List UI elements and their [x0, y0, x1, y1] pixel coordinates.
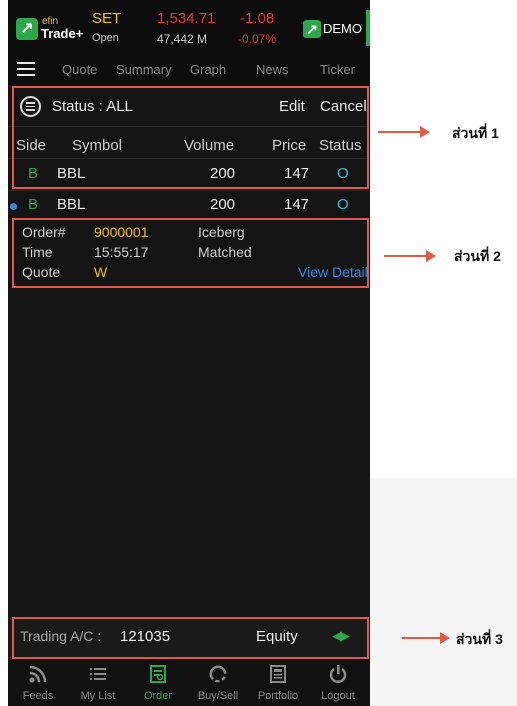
market-change: -1.08 [240, 10, 275, 27]
demo-mode-label[interactable]: DEMO [323, 21, 362, 36]
nav-label: Feeds [22, 690, 54, 702]
nav-label: Logout [321, 690, 355, 702]
nav-logout[interactable]: Logout [308, 658, 368, 706]
callout-box-section-2 [12, 218, 369, 288]
nav-my-list[interactable]: My List [68, 658, 128, 706]
tab-ticker[interactable]: Ticker [320, 62, 355, 77]
annotation-section-3: ส่วนที่ 3 [456, 631, 503, 647]
callout-box-section-1 [12, 86, 369, 189]
divider [8, 190, 370, 191]
market-state: Open [92, 32, 119, 44]
callout-arrow-1 [378, 126, 430, 138]
buysell-icon [188, 664, 248, 684]
nav-label: My List [80, 690, 116, 702]
logo-bottom-text: Trade+ [41, 26, 84, 41]
list-icon [68, 664, 128, 684]
nav-order[interactable]: Order [128, 658, 188, 706]
nav-label: Buy/Sell [197, 690, 239, 702]
menu-tabs: Quote Summary Graph News Ticker [8, 52, 370, 87]
selected-dot-icon [10, 203, 17, 210]
market-change-pct: -0.07% [238, 32, 277, 46]
market-value: 47,442 M [157, 32, 208, 46]
order-side: B [28, 196, 39, 213]
annotation-section-1: ส่วนที่ 1 [452, 125, 499, 141]
callout-arrow-3 [402, 632, 450, 644]
market-bar: ↗ efin Trade+ SET Open 1,534.71 47,442 M… [8, 0, 370, 52]
nav-label: Portfolio [257, 690, 299, 702]
nav-feeds[interactable]: Feeds [8, 658, 68, 706]
market-index: 1,534.71 [157, 10, 216, 27]
order-price: 147 [284, 196, 310, 213]
logo-badge-icon: ↗ [16, 18, 38, 40]
power-icon [308, 664, 368, 684]
callout-arrow-2 [384, 250, 436, 262]
market-name: SET [92, 10, 122, 27]
app-logo: ↗ efin Trade+ [16, 16, 102, 44]
hamburger-menu-icon[interactable] [17, 62, 35, 76]
portfolio-icon [248, 664, 308, 684]
order-symbol: BBL [57, 196, 86, 213]
order-icon [128, 664, 188, 684]
tab-summary[interactable]: Summary [116, 62, 172, 77]
demo-icon: ↗ [303, 20, 321, 38]
nav-label: Order [143, 690, 173, 702]
tab-quote[interactable]: Quote [62, 62, 97, 77]
status-edge [366, 10, 370, 46]
callout-box-section-3 [12, 617, 369, 659]
order-volume: 200 [210, 196, 236, 213]
tab-news[interactable]: News [256, 62, 289, 77]
feeds-icon [8, 664, 68, 684]
background-panel [370, 478, 517, 706]
order-status: O [337, 196, 349, 213]
annotation-section-2: ส่วนที่ 2 [454, 248, 501, 264]
nav-portfolio[interactable]: Portfolio [248, 658, 308, 706]
nav-buy-sell[interactable]: Buy/Sell [188, 658, 248, 706]
bottom-nav: Feeds My List Order Buy/Sell Portfolio L… [8, 658, 370, 706]
tab-graph[interactable]: Graph [190, 62, 226, 77]
